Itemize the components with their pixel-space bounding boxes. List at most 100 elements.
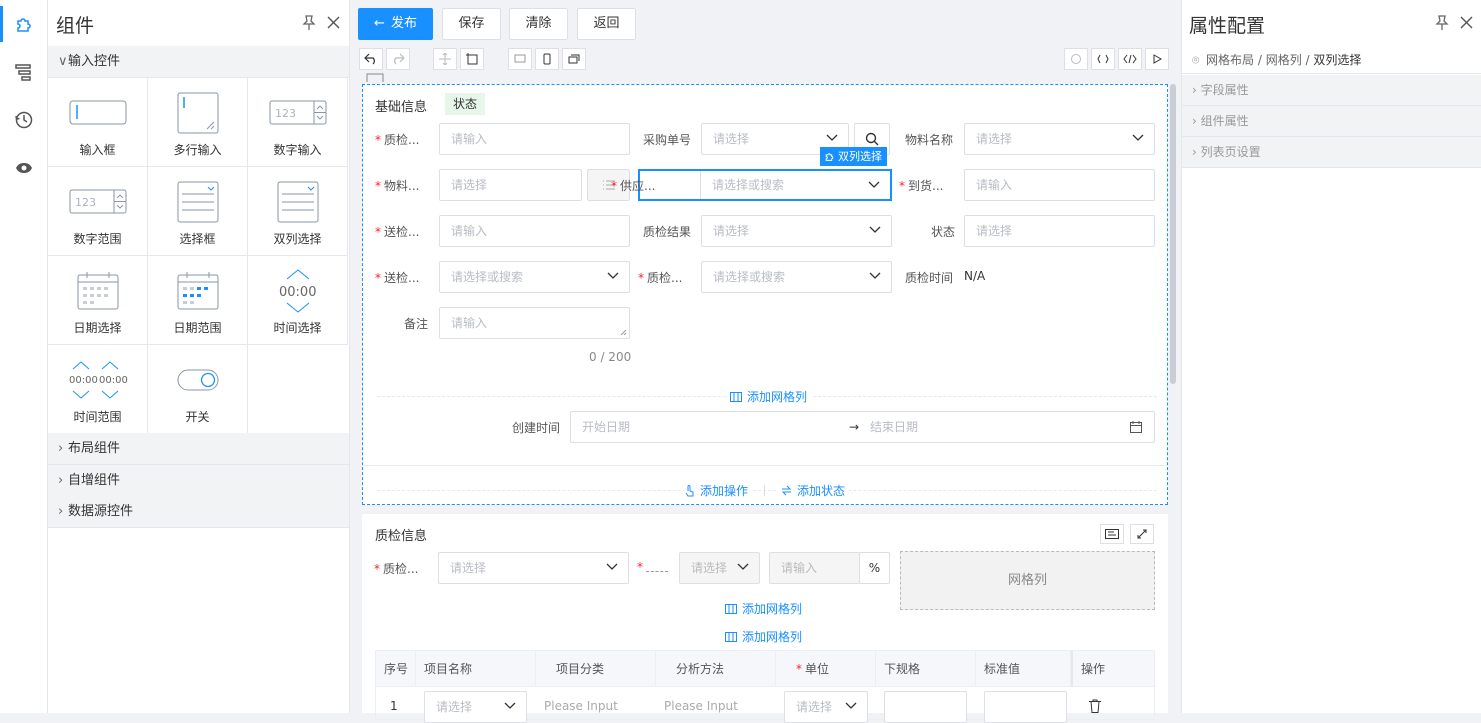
component-date-range[interactable]: 日期范围 [148,256,248,345]
component-panel: 组件 ∨输入控件 输入框 多行输入 123 数字输入 123 数字范围 选择框 [48,0,350,713]
history-icon[interactable] [12,108,36,132]
component-badge: 双列选择 [820,147,887,166]
group-header-custom[interactable]: › 自增组件 [48,465,349,497]
svg-text:123: 123 [275,107,296,120]
redo-icon[interactable] [386,48,410,70]
svg-text:123: 123 [75,196,96,209]
add-status-link[interactable]: 添加状态 [777,482,850,499]
component-select[interactable]: 选择框 [148,167,248,256]
table-row: 1 请选择 Please Input Please Input 请选择 [376,688,1154,723]
divider [764,485,765,496]
section-list-page-settings[interactable]: › 列表页设置 [1182,137,1481,168]
input-box-icon [69,100,126,125]
method-input[interactable]: Please Input [664,699,738,713]
group-header-layout[interactable]: › 布局组件 [48,433,349,465]
material-name-select[interactable]: 请选择 [964,123,1155,155]
move-icon[interactable] [433,48,457,70]
group-header-input[interactable]: ∨输入控件 [48,46,349,78]
add-grid-column-link[interactable]: 添加网格列 [725,628,802,645]
material-select[interactable]: 请选择 [439,169,582,201]
percent-input[interactable]: 请输入 [769,552,860,584]
lower-spec-input[interactable] [884,691,967,723]
supplier-select[interactable]: 请选择或搜索 [701,171,890,199]
submitter-select[interactable]: 请选择或搜索 [439,261,630,293]
drag-handle-icon[interactable] [366,73,384,83]
publish-button[interactable]: ← 发布 [358,8,433,40]
column-header: 序号 [376,651,416,687]
outline-tree-icon[interactable] [12,60,36,84]
component-date[interactable]: 日期选择 [48,256,148,345]
preview-eye-icon[interactable] [12,156,36,180]
unit-select[interactable]: 请选择 [784,691,868,723]
number-range-icon: 123 [69,189,126,214]
close-icon[interactable] [327,16,340,29]
expand-icon[interactable] [1130,524,1154,544]
run-play-icon[interactable] [1145,48,1169,70]
grid-column-placeholder[interactable]: 网格列 [900,551,1155,610]
mobile-view-icon[interactable] [535,48,559,70]
refresh-icon[interactable] [1064,48,1088,70]
component-switch[interactable]: 开关 [148,345,248,434]
inspector-select[interactable]: 请选择或搜索 [701,261,892,293]
column-header: 项目名称 [416,651,536,687]
component-time[interactable]: 00:00 时间选择 [248,256,348,345]
add-grid-column-link[interactable]: 添加网格列 [725,600,802,617]
qc-select[interactable]: 请选择 [438,552,629,584]
code-tag-icon[interactable] [1118,48,1142,70]
column-header: 下规格 [876,651,976,687]
component-dual-select[interactable]: 双列选择 [248,167,348,256]
chevron-down-icon [868,181,880,188]
panel-title: 组件 [56,15,95,37]
category-input[interactable]: Please Input [544,699,618,713]
pin-icon[interactable] [302,15,316,31]
row-index: 1 [390,699,398,713]
tablet-view-icon[interactable] [562,48,586,70]
puzzle-icon[interactable] [12,12,36,36]
standard-value-input[interactable] [984,691,1067,723]
panel-title: 属性配置 [1189,15,1266,37]
inspection-no-input[interactable]: 请输入 [439,123,630,155]
add-grid-column-link[interactable]: 添加网格列 [726,388,812,405]
created-date-range[interactable]: 开始日期 → 结束日期 [570,411,1155,443]
arrival-input[interactable]: 请输入 [964,169,1155,201]
save-button[interactable]: 保存 [442,8,501,40]
clear-button[interactable]: 清除 [509,8,568,40]
group-header-datasource[interactable]: › 数据源控件 [48,496,349,528]
columns-icon [725,603,737,614]
submit-inspection-input[interactable]: 请输入 [439,215,630,247]
desktop-view-icon[interactable] [508,48,532,70]
svg-text:00:00: 00:00 [69,375,98,386]
code-braces-icon[interactable] [1091,48,1115,70]
inspection-result-select[interactable]: 请选择 [701,215,892,247]
close-icon[interactable] [1460,16,1473,29]
resize-handle-icon[interactable] [620,329,627,336]
section-component-properties[interactable]: › 组件属性 [1182,106,1481,137]
field-label: 质检结果 [643,225,692,239]
active-indicator [0,6,3,42]
vertical-scrollbar[interactable] [1170,84,1176,384]
component-time-range[interactable]: 00:00 00:00 时间范围 [48,345,148,434]
column-header: 操作 [1071,651,1154,687]
form-layout-icon[interactable] [1100,524,1124,544]
unit-select[interactable]: 请选择 [679,552,760,584]
status-tag[interactable]: 状态 [445,93,486,115]
status-select[interactable]: 请选择 [964,215,1155,247]
section-field-properties[interactable]: › 字段属性 [1182,75,1481,106]
item-name-select[interactable]: 请选择 [424,691,527,723]
status-arrows-icon [781,485,792,496]
component-number[interactable]: 123 数字输入 [248,78,348,167]
remark-textarea[interactable]: 请输入 [439,307,630,339]
component-number-range[interactable]: 123 数字范围 [48,167,148,256]
svg-text:00:00: 00:00 [99,375,128,386]
component-textarea[interactable]: 多行输入 [148,78,248,167]
calendar-range-icon [177,272,218,310]
undo-icon[interactable] [359,48,383,70]
back-button[interactable]: 返回 [577,8,636,40]
component-input[interactable]: 输入框 [48,78,148,167]
pin-icon[interactable] [1435,15,1449,31]
select-area-icon[interactable] [460,48,484,70]
trash-icon[interactable] [1089,699,1101,713]
divider [377,490,1157,491]
dual-select-icon [277,181,318,223]
add-action-link[interactable]: 添加操作 [681,482,753,499]
